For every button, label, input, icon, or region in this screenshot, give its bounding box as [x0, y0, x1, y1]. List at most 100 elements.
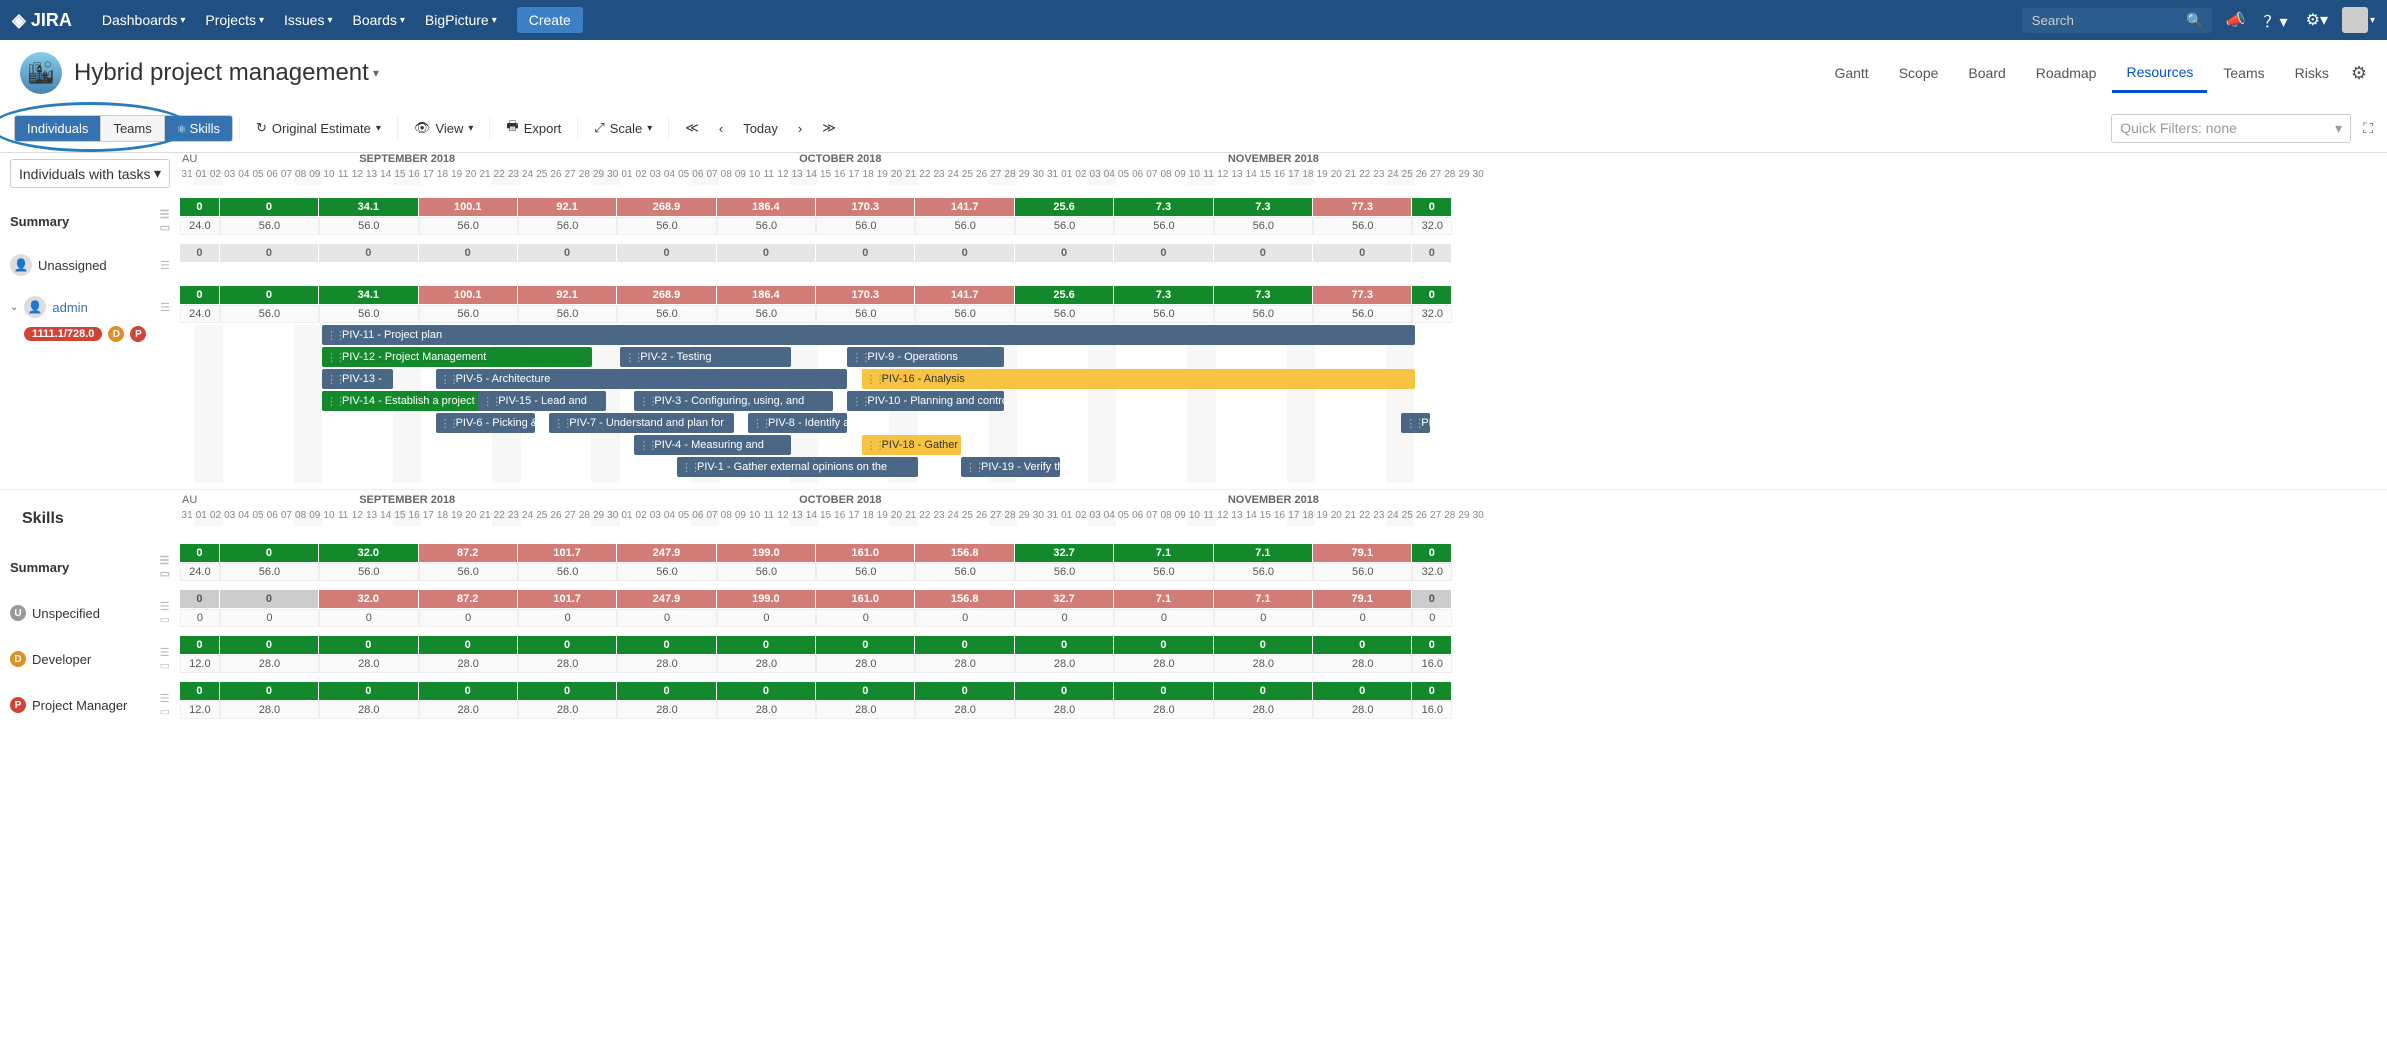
gantt-task[interactable]: ⋮⋮PIV-3 - Configuring, using, and [634, 391, 833, 411]
scroll-next[interactable]: › [788, 116, 812, 141]
search-icon: 🔍 [2186, 12, 2203, 29]
pill-teams[interactable]: Teams [101, 116, 164, 141]
feedback-icon[interactable]: 📣 [2222, 10, 2250, 30]
metric-cell: 7.1 [1214, 544, 1313, 562]
day-cell: 19 [875, 169, 889, 185]
day-cell: 30 [606, 169, 620, 185]
gantt-task[interactable]: ⋮⋮PIV-7 - Understand and plan for [549, 413, 734, 433]
row-menu-icon[interactable]: ☰▭ [160, 692, 170, 718]
jira-logo[interactable]: JIRA [12, 10, 72, 31]
row-menu-icon[interactable]: ☰▭ [160, 646, 170, 672]
quick-filter-dropdown[interactable]: Quick Filters: none▾ [2111, 114, 2351, 143]
scroll-prev[interactable]: ‹ [709, 116, 733, 141]
search-input[interactable] [2022, 8, 2212, 33]
tab-teams[interactable]: Teams [2209, 55, 2278, 91]
metric-cell: 268.9 [617, 198, 716, 216]
metric-cell: 0 [1412, 198, 1452, 216]
admin-link[interactable]: admin [52, 300, 87, 315]
fullscreen-icon[interactable]: ⛶ [2363, 120, 2373, 137]
metric-cell: 56.0 [220, 217, 319, 235]
day-cell: 12 [350, 169, 364, 185]
nav-projects[interactable]: Projects ▾ [195, 12, 274, 28]
nav-bigpicture[interactable]: BigPicture ▾ [415, 12, 507, 28]
metric-cell: 0 [180, 682, 220, 700]
tab-scope[interactable]: Scope [1885, 55, 1953, 91]
tab-resources[interactable]: Resources [2112, 54, 2207, 93]
day-cell: 03 [648, 510, 662, 526]
day-cell: 29 [591, 510, 605, 526]
gantt-task[interactable]: ⋮⋮PIV-8 - Identify and [748, 413, 847, 433]
scroll-start[interactable]: ≪ [675, 115, 709, 141]
tab-gantt[interactable]: Gantt [1820, 55, 1882, 91]
day-cell: 10 [1187, 510, 1201, 526]
gantt-task[interactable]: ⋮⋮PIV-13 - [322, 369, 393, 389]
scale-dropdown[interactable]: ⤢Scale▾ [584, 115, 662, 141]
metric-cell: 32.7 [1015, 544, 1114, 562]
day-cell: 20 [464, 510, 478, 526]
metric-cell: 0 [518, 682, 617, 700]
individuals-filter-dropdown[interactable]: Individuals with tasks▾ [10, 159, 170, 188]
metric-cell: 28.0 [419, 701, 518, 719]
row-menu-icon[interactable]: ☰ [160, 259, 170, 272]
metric-cell: 28.0 [1214, 655, 1313, 673]
pill-individuals[interactable]: Individuals [15, 116, 101, 141]
day-cell: 31 [1045, 510, 1059, 526]
metric-cell: 0 [915, 682, 1014, 700]
day-cell: 05 [1116, 169, 1130, 185]
metric-cell: 7.1 [1114, 590, 1213, 608]
original-estimate-dropdown[interactable]: ↻Original Estimate▾ [246, 115, 391, 141]
gantt-task[interactable]: ⋮⋮PIV-10 - Planning and controlling [847, 391, 1003, 411]
project-dropdown[interactable]: ▾ [373, 66, 379, 80]
day-cell: 13 [364, 510, 378, 526]
metric-cell: 0 [1015, 244, 1114, 262]
gantt-task[interactable]: ⋮⋮PIV-6 - Picking & [436, 413, 535, 433]
nav-boards[interactable]: Boards ▾ [343, 12, 415, 28]
tab-risks[interactable]: Risks [2281, 55, 2343, 91]
day-cell: 13 [790, 510, 804, 526]
metric-cell: 0 [1313, 609, 1412, 627]
metric-cell: 56.0 [1114, 217, 1213, 235]
user-avatar[interactable] [2342, 7, 2368, 33]
day-cell: 20 [1329, 510, 1343, 526]
gantt-task[interactable]: ⋮⋮PIV-9 - Operations [847, 347, 1003, 367]
gantt-task[interactable]: ⋮⋮PIV-1 - Gather external opinions on th… [677, 457, 918, 477]
gantt-task[interactable]: ⋮⋮PIV-4 - Measuring and [634, 435, 790, 455]
gantt-task[interactable]: ⋮⋮PIV-16 - Analysis [862, 369, 1416, 389]
metric-cell: 28.0 [1015, 701, 1114, 719]
gantt-task[interactable]: ⋮⋮PIV [1401, 413, 1429, 433]
gantt-task[interactable]: ⋮⋮PIV-11 - Project plan [322, 325, 1415, 345]
tab-board[interactable]: Board [1954, 55, 2019, 91]
day-cell: 14 [379, 510, 393, 526]
tab-roadmap[interactable]: Roadmap [2022, 55, 2111, 91]
metric-cell: 56.0 [1114, 305, 1213, 323]
create-button[interactable]: Create [517, 7, 583, 33]
help-icon[interactable]: ？▾ [2260, 8, 2292, 32]
view-dropdown[interactable]: 👁View▾ [404, 115, 484, 141]
export-button[interactable]: 🖶Export [496, 112, 571, 144]
row-menu-icon[interactable]: ☰▭ [160, 208, 170, 234]
project-settings-icon[interactable]: ⚙ [2351, 63, 2367, 84]
settings-icon[interactable]: ⚙▾ [2302, 10, 2332, 30]
gantt-task[interactable]: ⋮⋮PIV-19 - Verify that [961, 457, 1060, 477]
pill-skills[interactable]: ⚛ Skills [165, 116, 232, 141]
today-button[interactable]: Today [733, 116, 788, 141]
expand-toggle[interactable]: ⌄ [10, 302, 18, 313]
gantt-task[interactable]: ⋮⋮PIV-15 - Lead and [478, 391, 606, 411]
metric-cell: 0 [617, 609, 716, 627]
row-menu-icon[interactable]: ☰▭ [160, 554, 170, 580]
day-cell: 18 [435, 510, 449, 526]
row-menu-icon[interactable]: ☰ [160, 301, 170, 314]
day-cell: 18 [435, 169, 449, 185]
gantt-task[interactable]: ⋮⋮PIV-2 - Testing [620, 347, 790, 367]
row-menu-icon[interactable]: ☰▭ [160, 600, 170, 626]
nav-dashboards[interactable]: Dashboards ▾ [92, 12, 196, 28]
scroll-end[interactable]: ≫ [812, 115, 846, 141]
nav-issues[interactable]: Issues ▾ [274, 12, 343, 28]
gantt-task[interactable]: ⋮⋮PIV-18 - Gather [862, 435, 961, 455]
gantt-task[interactable]: ⋮⋮PIV-12 - Project Management [322, 347, 592, 367]
gantt-task[interactable]: ⋮⋮PIV-5 - Architecture [436, 369, 848, 389]
day-cell: 16 [1272, 510, 1286, 526]
day-cell: 05 [251, 510, 265, 526]
day-cell: 17 [421, 169, 435, 185]
gantt-chart[interactable]: ⋮⋮PIV-11 - Project plan⋮⋮PIV-12 - Projec… [180, 325, 2387, 485]
